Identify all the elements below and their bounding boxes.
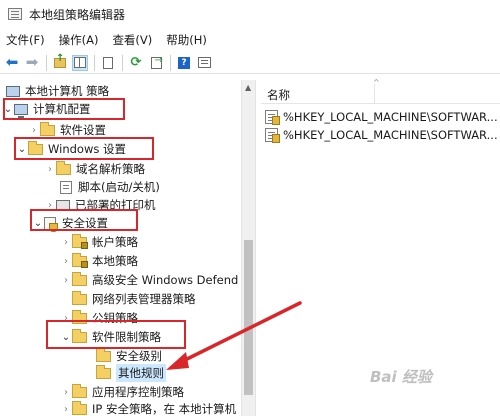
back-button[interactable]: ⬅ — [4, 55, 20, 71]
folder-icon — [96, 364, 111, 379]
folder-icon — [96, 347, 111, 362]
refresh-button[interactable]: ⟳ — [128, 55, 144, 71]
forward-icon: ➡ — [25, 53, 39, 71]
show-tree-icon — [74, 57, 86, 68]
tree-item-ip-security[interactable]: › IP 安全策略，在 本地计算机 — [60, 400, 236, 416]
tree-item-account-policies[interactable]: › 帐户策略 — [60, 233, 138, 251]
export-list-button[interactable] — [148, 55, 164, 71]
folder-icon — [72, 271, 87, 286]
folder-icon — [72, 383, 87, 398]
up-level-button[interactable] — [52, 53, 68, 71]
extended-view-icon — [197, 57, 211, 68]
up-folder-icon — [54, 53, 66, 68]
export-list-icon — [150, 55, 163, 69]
chevron-right-icon[interactable]: › — [44, 164, 56, 175]
menu-file[interactable]: 文件(F) — [6, 32, 45, 48]
highlight-box-software-restriction — [46, 320, 186, 349]
menu-help[interactable]: 帮助(H) — [166, 32, 207, 48]
tree-pane: 本地计算机 策略 ⌄ 计算机配置 › 软件设置 ⌄ Windows 设置 › 域… — [0, 80, 255, 416]
tree-item-network-list[interactable]: 网络列表管理器策略 — [72, 290, 196, 308]
list-item[interactable]: %HKEY_LOCAL_MACHINE\SOFTWAR... — [265, 108, 498, 126]
tree-item-label: 应用程序控制策略 — [92, 385, 184, 399]
app-icon — [8, 8, 22, 20]
chevron-right-icon[interactable]: › — [60, 387, 72, 398]
folder-icon — [40, 121, 55, 136]
tree-item-label: 帐户策略 — [92, 235, 138, 249]
menu-view[interactable]: 查看(V) — [112, 32, 152, 48]
toolbar-separator — [94, 54, 95, 71]
path-rule-icon — [265, 128, 280, 143]
tree-item-label: 本地策略 — [92, 254, 138, 268]
list-item[interactable]: %HKEY_LOCAL_MACHINE\SOFTWAR... — [265, 126, 498, 144]
chevron-right-icon[interactable]: › — [60, 404, 72, 415]
tree-scrollbar[interactable]: ▲ — [241, 80, 255, 416]
properties-button[interactable] — [100, 55, 116, 71]
tree-item-security-levels[interactable]: 安全级别 — [96, 347, 162, 365]
tree-item-label: IP 安全策略，在 本地计算机 — [92, 402, 237, 416]
help-button[interactable]: ? — [176, 55, 192, 71]
tree-item-label: 网络列表管理器策略 — [92, 292, 196, 306]
tree-item-scripts[interactable]: 脚本(启动/关机) — [60, 178, 160, 196]
tree-item-label: 脚本(启动/关机) — [78, 180, 160, 194]
show-tree-button[interactable] — [72, 54, 88, 71]
list-item-label: %HKEY_LOCAL_MACHINE\SOFTWAR... — [283, 128, 498, 142]
computer-icon — [6, 85, 20, 100]
chevron-right-icon[interactable]: › — [60, 237, 72, 248]
highlight-box-security-settings — [30, 209, 138, 231]
column-header[interactable]: 名称 ^ — [261, 78, 500, 104]
column-divider[interactable] — [374, 84, 375, 103]
folder-icon — [72, 252, 88, 268]
tree-item-label: 软件设置 — [60, 123, 106, 137]
path-rule-icon — [265, 110, 280, 125]
tree-item-label: 其他规则 — [116, 364, 166, 382]
properties-icon — [103, 56, 113, 69]
tree-item-local-policies[interactable]: › 本地策略 — [60, 252, 138, 270]
menu-bar: 文件(F) 操作(A) 查看(V) 帮助(H) — [0, 30, 500, 50]
tree-item-label: 安全级别 — [116, 349, 162, 363]
folder-icon — [72, 233, 88, 249]
toolbar-separator — [122, 54, 123, 71]
tree-item-label: 高级安全 Windows Defend — [92, 273, 239, 287]
extended-view-button[interactable] — [196, 55, 212, 71]
back-icon: ⬅ — [5, 53, 19, 71]
folder-icon — [72, 400, 87, 415]
toolbar-separator — [170, 54, 171, 71]
title-bar: 本地组策略编辑器 — [0, 0, 500, 28]
refresh-icon: ⟳ — [130, 55, 142, 70]
highlight-box-computer-config — [3, 98, 125, 120]
script-icon — [60, 180, 72, 194]
help-icon: ? — [178, 56, 190, 69]
forward-button[interactable]: ➡ — [24, 55, 40, 71]
tree-item-label: 本地计算机 策略 — [25, 84, 110, 98]
chevron-right-icon[interactable]: › — [28, 125, 40, 136]
column-name-header[interactable]: 名称 — [267, 87, 290, 103]
scroll-thumb[interactable] — [244, 240, 253, 395]
watermark: Bai 经验 — [370, 368, 432, 386]
tree-item-additional-rules[interactable]: 其他规则 — [96, 364, 166, 382]
folder-icon — [56, 160, 71, 175]
tree-item-dns-policy[interactable]: › 域名解析策略 — [44, 160, 145, 178]
list-item-label: %HKEY_LOCAL_MACHINE\SOFTWAR... — [283, 110, 498, 124]
tree-item-firewall[interactable]: › 高级安全 Windows Defend — [60, 271, 238, 289]
tree-item-applocker[interactable]: › 应用程序控制策略 — [60, 383, 184, 401]
scroll-up-icon[interactable]: ▲ — [245, 83, 251, 92]
tree-item-label: 域名解析策略 — [76, 162, 145, 176]
chevron-right-icon[interactable]: › — [60, 256, 72, 267]
toolbar: ⬅ ➡ ⟳ ? — [0, 52, 500, 74]
folder-icon — [72, 290, 87, 305]
toolbar-separator — [46, 54, 47, 71]
chevron-right-icon[interactable]: › — [60, 275, 72, 286]
window-title: 本地组策略编辑器 — [29, 7, 126, 22]
highlight-box-windows-settings — [14, 137, 154, 160]
menu-action[interactable]: 操作(A) — [59, 32, 99, 48]
